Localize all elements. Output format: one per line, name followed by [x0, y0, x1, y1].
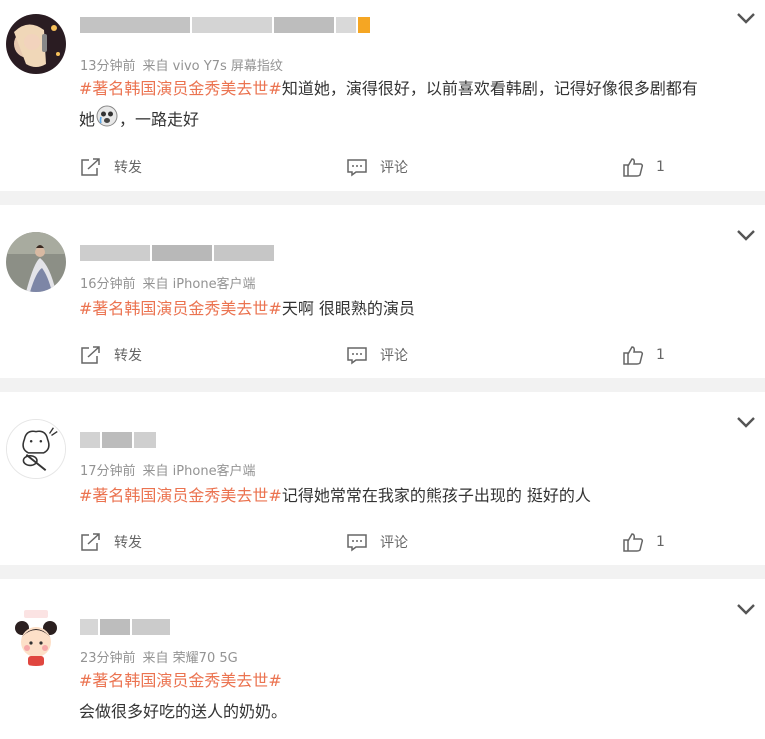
comment-label: 评论	[380, 348, 408, 364]
hashtag-link[interactable]: #著名韩国演员金秀美去世#	[79, 299, 282, 318]
comment-button[interactable]: 评论	[346, 530, 408, 554]
like-count: 1	[656, 159, 665, 175]
repost-label: 转发	[114, 535, 142, 551]
repost-label: 转发	[114, 160, 142, 176]
comment-text: #著名韩国演员金秀美去世#天啊 很眼熟的演员	[79, 293, 739, 324]
comment-button[interactable]: 评论	[346, 155, 408, 179]
like-button[interactable]: 1	[622, 343, 665, 367]
comment-meta: 17分钟前 来自 iPhone客户端	[80, 460, 263, 479]
comment-button[interactable]: 评论	[346, 343, 408, 367]
comment-meta: 13分钟前 来自 vivo Y7s 屏幕指纹	[80, 55, 290, 74]
chevron-down-icon[interactable]	[735, 415, 757, 429]
comment-card: 16分钟前 来自 iPhone客户端 #著名韩国演员金秀美去世#天啊 很眼熟的演员…	[0, 205, 765, 378]
comment-source: 来自 vivo Y7s 屏幕指纹	[142, 59, 283, 74]
comment-time: 13分钟前	[80, 59, 136, 74]
action-bar: 转发 评论 1	[0, 530, 765, 554]
comment-text: #著名韩国演员金秀美去世#知道她，演得很好，以前喜欢看韩剧，记得好像很多剧都有 …	[79, 73, 739, 137]
comment-body: 会做很多好吃的送人的奶奶。	[79, 702, 288, 721]
username-blurred[interactable]	[80, 432, 156, 448]
username-blurred[interactable]	[80, 245, 274, 261]
avatar[interactable]	[6, 14, 66, 74]
comment-label: 评论	[380, 160, 408, 176]
hashtag-link[interactable]: #著名韩国演员金秀美去世#	[79, 671, 282, 690]
username-blurred[interactable]	[80, 619, 170, 635]
comment-feed: 13分钟前 来自 vivo Y7s 屏幕指纹 #著名韩国演员金秀美去世#知道她，演…	[0, 0, 765, 739]
like-button[interactable]: 1	[622, 155, 665, 179]
comment-meta: 23分钟前 来自 荣耀70 5G	[80, 647, 245, 666]
comment-meta: 16分钟前 来自 iPhone客户端	[80, 273, 263, 292]
avatar[interactable]	[6, 606, 66, 666]
comment-body-end: ，一路走好	[119, 110, 200, 129]
comment-source: 来自 荣耀70 5G	[142, 651, 238, 666]
thumbs-up-icon	[623, 346, 644, 365]
avatar[interactable]	[6, 232, 66, 292]
comment-icon	[347, 159, 367, 177]
username-blurred[interactable]	[80, 17, 370, 33]
chevron-down-icon[interactable]	[735, 11, 757, 25]
comment-time: 17分钟前	[80, 464, 136, 479]
comment-body: 记得她常常在我家的熊孩子出现的 挺好的人	[281, 486, 591, 505]
like-count: 1	[656, 534, 665, 550]
comment-card: 23分钟前 来自 荣耀70 5G #著名韩国演员金秀美去世# 会做很多好吃的送人的…	[0, 579, 765, 739]
thumbs-up-icon	[623, 533, 644, 552]
comment-time: 16分钟前	[80, 277, 136, 292]
repost-label: 转发	[114, 348, 142, 364]
comment-source: 来自 iPhone客户端	[142, 277, 256, 292]
repost-button[interactable]: 转发	[80, 530, 142, 554]
avatar[interactable]	[6, 419, 66, 479]
chevron-down-icon[interactable]	[735, 602, 757, 616]
repost-button[interactable]: 转发	[80, 343, 142, 367]
comment-body: 天啊 很眼熟的演员	[281, 299, 415, 318]
like-button[interactable]: 1	[622, 530, 665, 554]
comment-label: 评论	[380, 535, 408, 551]
repost-icon	[81, 533, 100, 551]
comment-body-line2: 她	[79, 110, 96, 129]
chevron-down-icon[interactable]	[735, 228, 757, 242]
repost-icon	[81, 158, 100, 176]
comment-card: 17分钟前 来自 iPhone客户端 #著名韩国演员金秀美去世#记得她常常在我家的…	[0, 392, 765, 565]
crying-emoji-icon	[96, 105, 118, 137]
hashtag-link[interactable]: #著名韩国演员金秀美去世#	[79, 79, 282, 98]
comment-time: 23分钟前	[80, 651, 136, 666]
hashtag-link[interactable]: #著名韩国演员金秀美去世#	[79, 486, 282, 505]
comment-icon	[347, 347, 367, 365]
comment-text: #著名韩国演员金秀美去世#记得她常常在我家的熊孩子出现的 挺好的人	[79, 480, 739, 511]
repost-button[interactable]: 转发	[80, 155, 142, 179]
action-bar: 转发 评论 1	[0, 343, 765, 367]
repost-icon	[81, 346, 100, 364]
comment-card: 13分钟前 来自 vivo Y7s 屏幕指纹 #著名韩国演员金秀美去世#知道她，演…	[0, 0, 765, 191]
comment-body: 知道她，演得很好，以前喜欢看韩剧，记得好像很多剧都有	[281, 79, 698, 98]
comment-icon	[347, 534, 367, 552]
thumbs-up-icon	[623, 158, 644, 177]
like-count: 1	[656, 347, 665, 363]
action-bar: 转发 评论 1	[0, 155, 765, 179]
comment-source: 来自 iPhone客户端	[142, 464, 256, 479]
comment-text: #著名韩国演员金秀美去世# 会做很多好吃的送人的奶奶。	[79, 665, 739, 727]
